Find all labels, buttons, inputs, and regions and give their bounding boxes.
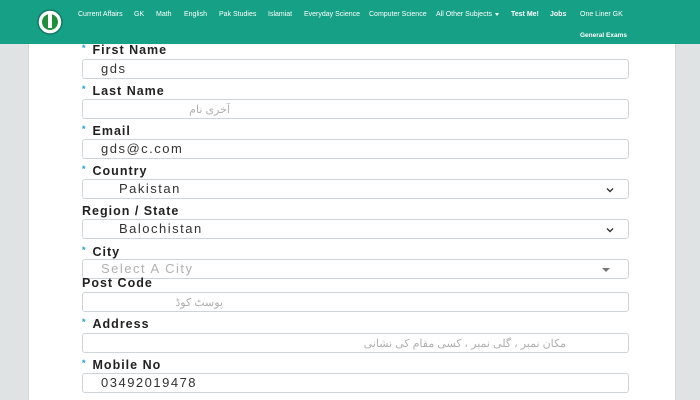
post-code-label: Post Code — [82, 276, 153, 290]
nav-all-other-subjects-label: All Other Subjects — [436, 11, 493, 18]
mobile-label: * Mobile No — [82, 358, 161, 372]
country-select[interactable]: Pakistan — [82, 179, 629, 199]
required-asterisk-icon: * — [82, 317, 87, 327]
city-label-text: City — [92, 245, 121, 259]
site-logo-icon[interactable] — [36, 7, 64, 37]
required-asterisk-icon: * — [82, 245, 87, 255]
nav-test-me[interactable]: Test Me! — [511, 11, 539, 18]
nav-pak-studies[interactable]: Pak Studies — [219, 11, 256, 18]
nav-english[interactable]: English — [184, 11, 207, 18]
nav-islamiat[interactable]: Islamiat — [268, 11, 292, 18]
required-asterisk-icon: * — [82, 358, 87, 368]
nav-current-affairs[interactable]: Current Affairs — [78, 11, 123, 18]
region-label-text: Region / State — [82, 204, 180, 218]
country-label: * Country — [82, 164, 147, 178]
city-select[interactable]: Select A City — [82, 259, 629, 279]
region-label: Region / State — [82, 204, 179, 218]
last-name-label: * Last Name — [82, 84, 165, 98]
last-name-field[interactable]: آخری نام — [82, 99, 629, 119]
caret-down-icon — [495, 12, 500, 16]
address-placeholder: مکان نمبر ، گلی نمبر ، کسی مقام کی نشانی — [363, 338, 566, 350]
first-name-field[interactable]: gds — [82, 59, 629, 79]
first-name-value: gds — [101, 61, 127, 76]
nav-one-liner-gk[interactable]: One Liner GK — [580, 11, 623, 18]
top-navbar: Current Affairs GK Math English Pak Stud… — [0, 0, 700, 44]
email-field[interactable]: gds@c.com — [82, 139, 629, 159]
required-asterisk-icon: * — [82, 164, 87, 174]
country-label-text: Country — [92, 164, 148, 178]
nav-jobs[interactable]: Jobs — [550, 11, 566, 18]
address-label-text: Address — [92, 317, 150, 331]
address-label: * Address — [82, 317, 150, 331]
post-code-placeholder: پوسٹ کوڈ — [175, 297, 223, 309]
post-code-label-text: Post Code — [82, 276, 153, 290]
mobile-value: 03492019478 — [101, 375, 198, 390]
email-label-text: Email — [92, 124, 131, 138]
region-value: Balochistan — [119, 221, 203, 236]
chevron-down-icon — [606, 188, 614, 193]
last-name-placeholder: آخری نام — [189, 104, 230, 116]
nav-everyday-science[interactable]: Everyday Science — [304, 11, 360, 18]
first-name-label-text: First Name — [92, 43, 168, 57]
required-asterisk-icon: * — [82, 43, 87, 53]
region-select[interactable]: Balochistan — [82, 219, 629, 239]
mobile-label-text: Mobile No — [92, 358, 162, 372]
country-value: Pakistan — [119, 181, 181, 196]
nav-computer-science[interactable]: Computer Science — [369, 11, 427, 18]
last-name-label-text: Last Name — [92, 84, 165, 98]
city-placeholder: Select A City — [101, 261, 194, 276]
caret-down-icon — [602, 268, 610, 272]
address-field[interactable]: مکان نمبر ، گلی نمبر ، کسی مقام کی نشانی — [82, 333, 629, 353]
chevron-down-icon — [606, 228, 614, 233]
email-value: gds@c.com — [101, 141, 184, 156]
required-asterisk-icon: * — [82, 124, 87, 134]
city-label: * City — [82, 245, 120, 259]
email-label: * Email — [82, 124, 131, 138]
nav-general-exams[interactable]: General Exams — [580, 32, 627, 39]
mobile-field[interactable]: 03492019478 — [82, 373, 629, 393]
first-name-label: * First Name — [82, 43, 167, 57]
nav-math[interactable]: Math — [156, 11, 172, 18]
post-code-field[interactable]: پوسٹ کوڈ — [82, 292, 629, 312]
required-asterisk-icon: * — [82, 84, 87, 94]
nav-gk[interactable]: GK — [134, 11, 144, 18]
nav-all-other-subjects[interactable]: All Other Subjects — [436, 11, 500, 18]
